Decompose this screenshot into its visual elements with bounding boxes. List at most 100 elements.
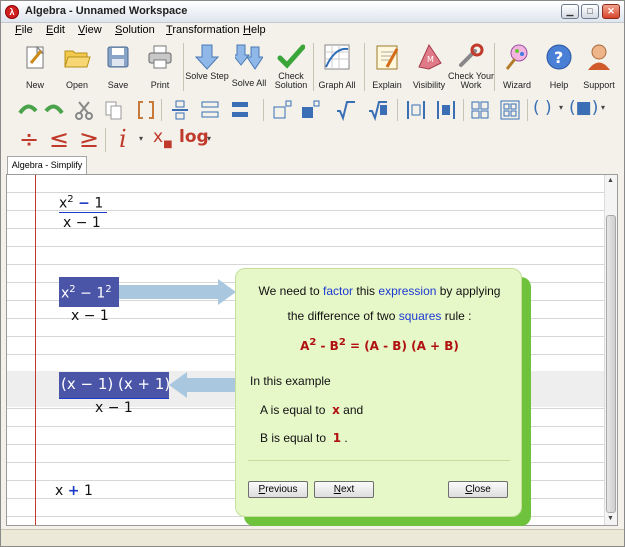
expression-1-numerator[interactable]: x2 − 1 [59,194,103,212]
a-value: x [332,403,340,417]
subscript-button[interactable]: x■ [153,127,173,150]
menu-solution[interactable]: Solution [115,24,155,36]
scrollbar-thumb[interactable] [606,215,616,513]
toolbar-separator [463,99,464,121]
parentheses-box-button[interactable]: (■) [569,98,598,118]
bracket-icon[interactable] [135,99,157,121]
rule-factored: = (A - B) (A + B) [345,339,459,353]
expression-2-denominator[interactable]: x − 1 [71,308,109,324]
maximize-button[interactable]: □ [581,4,599,19]
chevron-down-icon[interactable]: ▾ [207,134,211,143]
example-heading: In this example [250,374,331,388]
menu-edit[interactable]: Edit [46,24,65,36]
open-folder-icon [64,50,91,68]
menu-transformation[interactable]: Transformation [166,24,240,36]
print-label: Print [150,80,170,90]
support-label: Support [583,80,615,90]
root-filled-icon[interactable] [367,99,389,121]
main-toolbar: New Open Save Print Solve Step Solve All [1,39,624,95]
explain-divider [248,460,510,461]
undo-icon[interactable] [17,99,39,121]
explain-line-1: We need to factor this expression by app… [236,284,523,298]
explain-text: the difference of two [287,309,399,323]
rule-a: A [300,339,310,353]
check-your-work-button[interactable]: Check Your Work [448,39,494,93]
power-box-icon[interactable] [271,99,293,121]
toolbar-separator [397,99,398,121]
menu-file[interactable]: File [15,24,33,36]
expression-3-numerator[interactable]: (x − 1) (x + 1) [61,375,170,393]
close-explain-button[interactable]: Close [448,481,508,498]
scroll-up-icon[interactable]: ▲ [607,177,614,184]
copy-icon[interactable] [103,99,125,121]
result-one: 1 [83,483,93,499]
expression-2-exponent: 2 [69,284,76,295]
arrow-right-icon [218,279,236,305]
next-button[interactable]: Next [314,481,374,498]
chevron-down-icon[interactable]: ▾ [559,103,563,112]
squares-link[interactable]: squares [399,309,442,323]
chevron-down-icon[interactable]: ▾ [139,134,143,143]
difference-of-squares-rule: A2 - B2 = (A - B) (A + B) [236,337,523,353]
abs-filled-icon[interactable] [435,99,457,121]
matrix-outline-icon[interactable] [499,99,521,121]
root-icon[interactable] [335,99,357,121]
tab-algebra-simplify[interactable]: Algebra - Simplify [7,156,87,174]
graph-icon [324,44,350,70]
expression-1-denominator[interactable]: x − 1 [63,215,101,231]
svg-text:M: M [427,55,434,64]
imaginary-button[interactable]: i [119,125,127,153]
expression-2-numerator[interactable]: x2 − 12 [61,284,112,302]
chevron-down-icon[interactable]: ▾ [601,103,605,112]
layout-stack-icon[interactable] [229,99,251,121]
expression-2-one: 1 [96,285,106,302]
subscript-x-label: x [153,127,164,147]
layout-fraction-icon[interactable] [169,99,191,121]
less-equal-button[interactable]: ≤ [49,125,69,153]
matrix-icon[interactable] [469,99,491,121]
format-toolbar-row-1: ( ) ▾ (■) ▾ [1,97,624,125]
divide-button[interactable]: ÷ [19,125,39,153]
power-filled-icon[interactable] [299,99,321,121]
print-button[interactable]: Print [138,39,182,93]
minimize-button[interactable]: ▁ [561,4,579,19]
support-button[interactable]: Support [577,39,621,93]
fraction-bar [59,398,169,399]
window-title: Algebra - Unnamed Workspace [25,5,188,17]
redo-icon[interactable] [43,99,65,121]
greater-equal-button[interactable]: ≥ [79,125,99,153]
new-document-icon [26,45,45,69]
factor-link[interactable]: factor [323,284,353,298]
rule-minus-b: - B [316,339,339,353]
previous-button[interactable]: Previous [248,481,308,498]
margin-line [35,175,36,525]
check-work-wrench-icon [459,43,484,67]
explain-text: this [353,284,379,298]
expression-link[interactable]: expression [378,284,436,298]
menu-help[interactable]: Help [243,24,266,36]
tab-strip: Algebra - Simplify [1,156,624,174]
arrow-right-shaft [119,285,219,299]
result-expression[interactable]: x + 1 [55,483,93,499]
graph-all-button[interactable]: Graph All [315,39,359,93]
menu-view[interactable]: View [78,24,102,36]
algebra-app-icon[interactable]: λ [5,5,19,19]
expression-3-denominator[interactable]: x − 1 [95,400,133,416]
toolbar-separator [105,128,106,152]
toolbar-separator [161,99,162,121]
result-plus: + [67,483,80,499]
close-button[interactable]: ✕ [602,4,620,19]
scroll-down-icon[interactable]: ▼ [607,515,614,522]
explain-text: rule : [441,309,472,323]
toolbar-separator [183,43,184,91]
abs-box-icon[interactable] [405,99,427,121]
log-button[interactable]: log [179,127,209,147]
vertical-scrollbar[interactable]: ▲ ▼ [604,175,617,525]
parentheses-button[interactable]: ( ) [533,98,552,118]
layout-rows-icon[interactable] [199,99,221,121]
svg-text:?: ? [554,48,563,67]
check-solution-button[interactable]: Check Solution [269,39,313,93]
check-mark-icon [277,44,305,69]
cut-icon[interactable] [73,99,95,121]
b-value: 1 [332,431,342,445]
